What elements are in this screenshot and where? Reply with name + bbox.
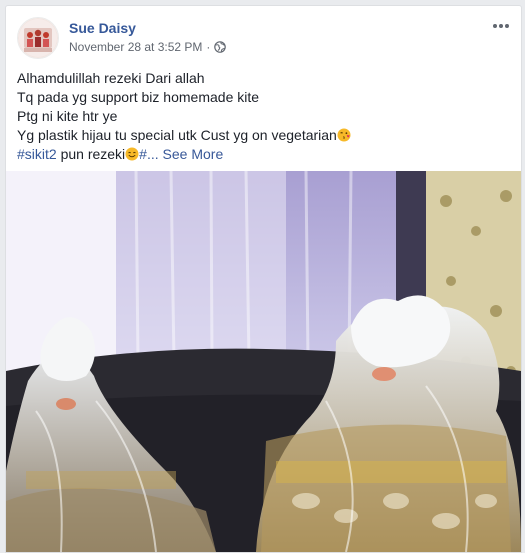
post-line: Alhamdulillah rezeki Dari allah [17, 70, 205, 86]
smiling-face-emoji [125, 147, 139, 161]
post-line: #sikit2 pun rezeki #... See More [17, 145, 509, 164]
post-photo[interactable] [6, 171, 521, 552]
post-line: Ptg ni kite htr ye [17, 108, 118, 124]
more-options-button[interactable] [491, 18, 511, 34]
post-timestamp[interactable]: November 28 at 3:52 PM [69, 39, 202, 55]
more-horizontal-icon [493, 24, 509, 28]
post-card: Sue Daisy November 28 at 3:52 PM · Alham… [5, 5, 522, 553]
meta-separator: · [206, 40, 211, 54]
see-more-link[interactable]: See More [163, 146, 224, 162]
hashtag-link[interactable]: #sikit2 [17, 146, 57, 162]
globe-icon[interactable] [214, 41, 227, 53]
author-name[interactable]: Sue Daisy [69, 19, 226, 37]
post-meta: November 28 at 3:52 PM · [69, 39, 227, 55]
post-message: Alhamdulillah rezeki Dari allah Tq pada … [17, 69, 509, 164]
post-line-text: pun rezeki [56, 146, 126, 162]
avatar[interactable] [17, 17, 59, 59]
post-line: Yg plastik hijau tu special utk Cust yg … [17, 126, 509, 145]
face-blowing-kiss-emoji [337, 128, 351, 142]
hashtag-link[interactable]: #... [139, 146, 158, 162]
post-line-text: Yg plastik hijau tu special utk Cust yg … [17, 127, 337, 143]
author-block: Sue Daisy November 28 at 3:52 PM · [69, 19, 227, 55]
post-line: Tq pada yg support biz homemade kite [17, 89, 260, 105]
post-header: Sue Daisy November 28 at 3:52 PM · [17, 17, 227, 59]
